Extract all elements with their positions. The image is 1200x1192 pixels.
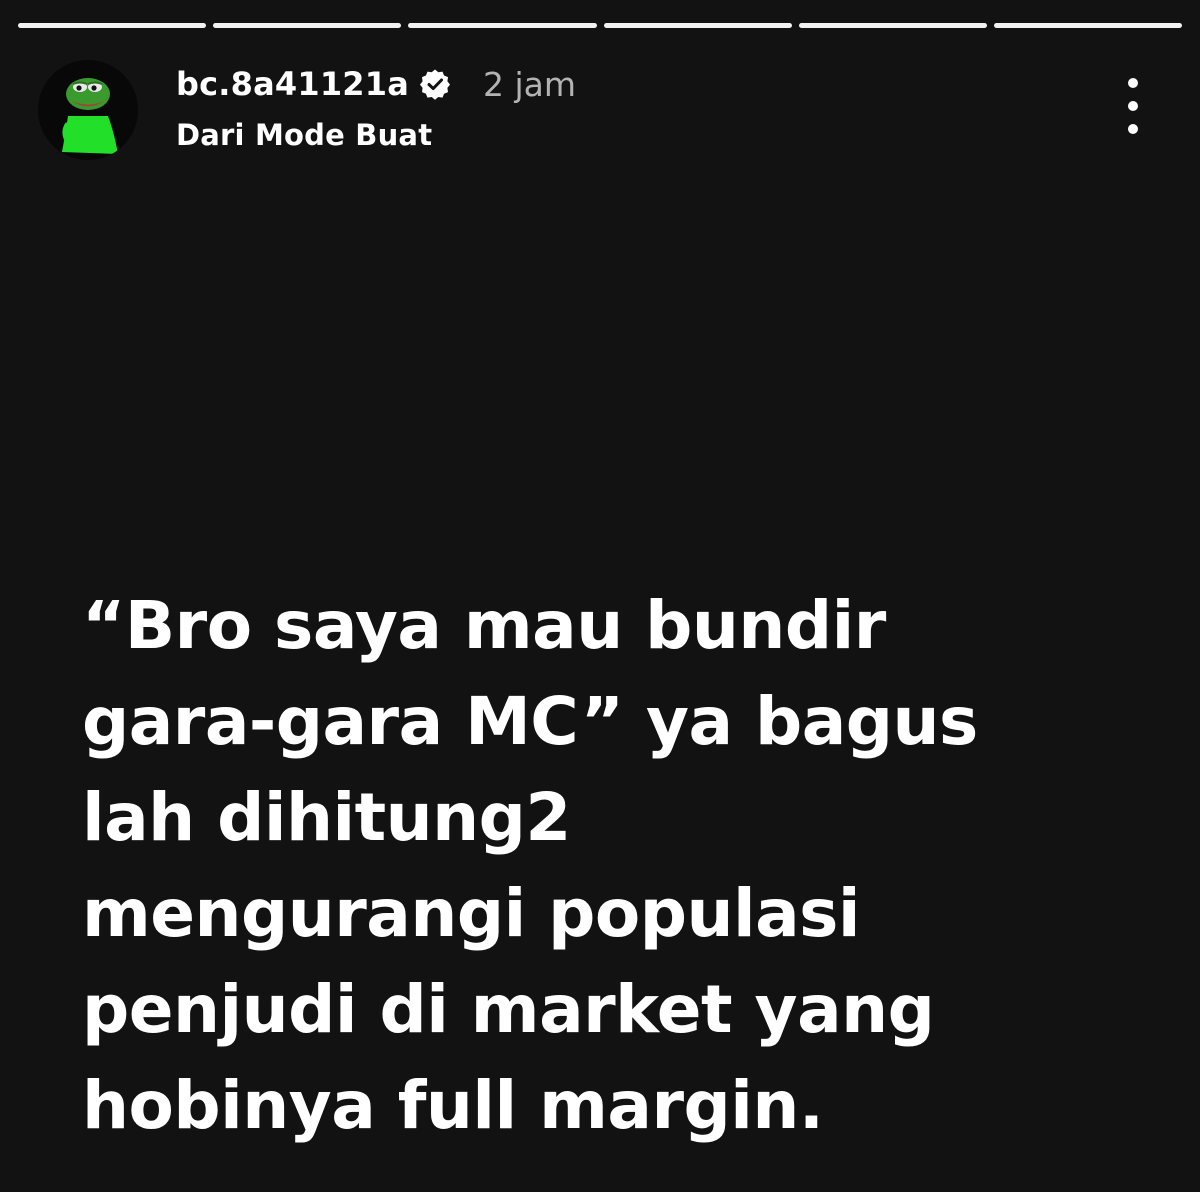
user-line: bc.8a41121a 2 jam	[176, 62, 576, 106]
progress-segment	[603, 23, 792, 28]
avatar[interactable]	[38, 60, 138, 160]
pepe-frog-avatar-icon	[38, 60, 138, 160]
progress-segment	[18, 23, 207, 28]
verified-badge-icon	[420, 69, 451, 100]
story-text-line: hobinya full margin.	[82, 1067, 824, 1144]
story-text-line: gara-gara MC” ya bagus	[82, 683, 978, 760]
story-text-line: lah dihitung2	[82, 779, 571, 856]
story-text-line: penjudi di market yang	[82, 971, 935, 1048]
post-time: 2 jam	[483, 64, 577, 104]
progress-segment	[993, 23, 1183, 28]
progress-segment	[798, 23, 987, 28]
progress-segment	[213, 23, 402, 28]
story-header: bc.8a41121a 2 jam Dari Mode Buat	[38, 60, 1160, 160]
more-options-button[interactable]	[1118, 78, 1148, 134]
more-vertical-icon-dot	[1128, 124, 1138, 134]
story-text: “Bro saya mau bundir gara-gara MC” ya ba…	[82, 578, 1112, 1154]
story-progress-bar	[18, 23, 1183, 28]
story-text-line: “Bro saya mau bundir	[82, 587, 886, 664]
username[interactable]: bc.8a41121a	[176, 65, 409, 103]
progress-segment	[408, 23, 597, 28]
story-source-label[interactable]: Dari Mode Buat	[176, 118, 432, 152]
more-vertical-icon	[1128, 78, 1138, 88]
story-text-line: mengurangi populasi	[82, 875, 861, 952]
more-vertical-icon-dot	[1128, 101, 1138, 111]
